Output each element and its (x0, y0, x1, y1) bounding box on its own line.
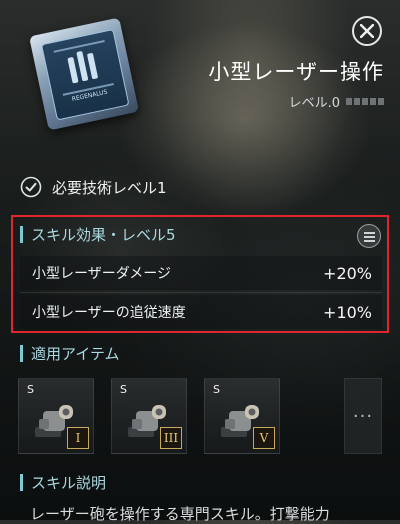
menu-line (364, 236, 375, 238)
level-pip (354, 98, 360, 105)
requirement-text: 必要技術レベル1 (52, 178, 167, 197)
effect-divider (20, 292, 382, 293)
effects-menu-button[interactable] (357, 224, 381, 248)
item-slot[interactable]: S III (111, 378, 187, 454)
requirement-row: 必要技術レベル1 (20, 176, 167, 198)
description-text: レーザー砲を操作する専門スキル。打撃能力 (30, 505, 330, 523)
level-pip (346, 98, 352, 105)
skill-title: 小型レーザー操作 (208, 60, 384, 84)
item-tier-badge: III (160, 427, 182, 449)
menu-line (364, 240, 375, 242)
effect-name: 小型レーザーダメージ (32, 266, 172, 282)
effect-value: +20% (323, 263, 372, 283)
item-slot[interactable]: S V (204, 378, 280, 454)
level-pip (370, 98, 376, 105)
level-pip (362, 98, 368, 105)
section-accent-bar (20, 474, 23, 491)
level-pips (346, 98, 384, 105)
items-title: 適用アイテム (31, 345, 120, 363)
item-tier-badge: I (67, 427, 89, 449)
item-tier-badge: V (253, 427, 275, 449)
items-section-header: 適用アイテム (20, 343, 120, 364)
more-items-button[interactable]: ··· (344, 378, 382, 454)
effect-row: 小型レーザーダメージ +20% (20, 256, 382, 290)
item-slot[interactable]: S I (18, 378, 94, 454)
description-section-header: スキル説明 (20, 472, 106, 493)
effect-value: +10% (323, 302, 372, 322)
effects-section-header: スキル効果・レベル5 (20, 224, 176, 245)
close-button[interactable] (352, 16, 382, 46)
description-title: スキル説明 (31, 474, 107, 492)
close-icon (360, 24, 374, 38)
check-circle-icon (20, 176, 42, 198)
effects-title: スキル効果・レベル5 (31, 226, 176, 244)
section-accent-bar (20, 345, 23, 362)
section-accent-bar (20, 226, 23, 243)
skill-card-icon: REGENALUS (29, 17, 139, 131)
level-indicator: レベル.0 (289, 92, 384, 111)
effect-row: 小型レーザーの追従速度 +10% (20, 295, 382, 329)
level-label: レベル.0 (288, 96, 340, 111)
effect-name: 小型レーザーの追従速度 (32, 305, 186, 321)
menu-line (364, 232, 375, 234)
level-pip (378, 98, 384, 105)
